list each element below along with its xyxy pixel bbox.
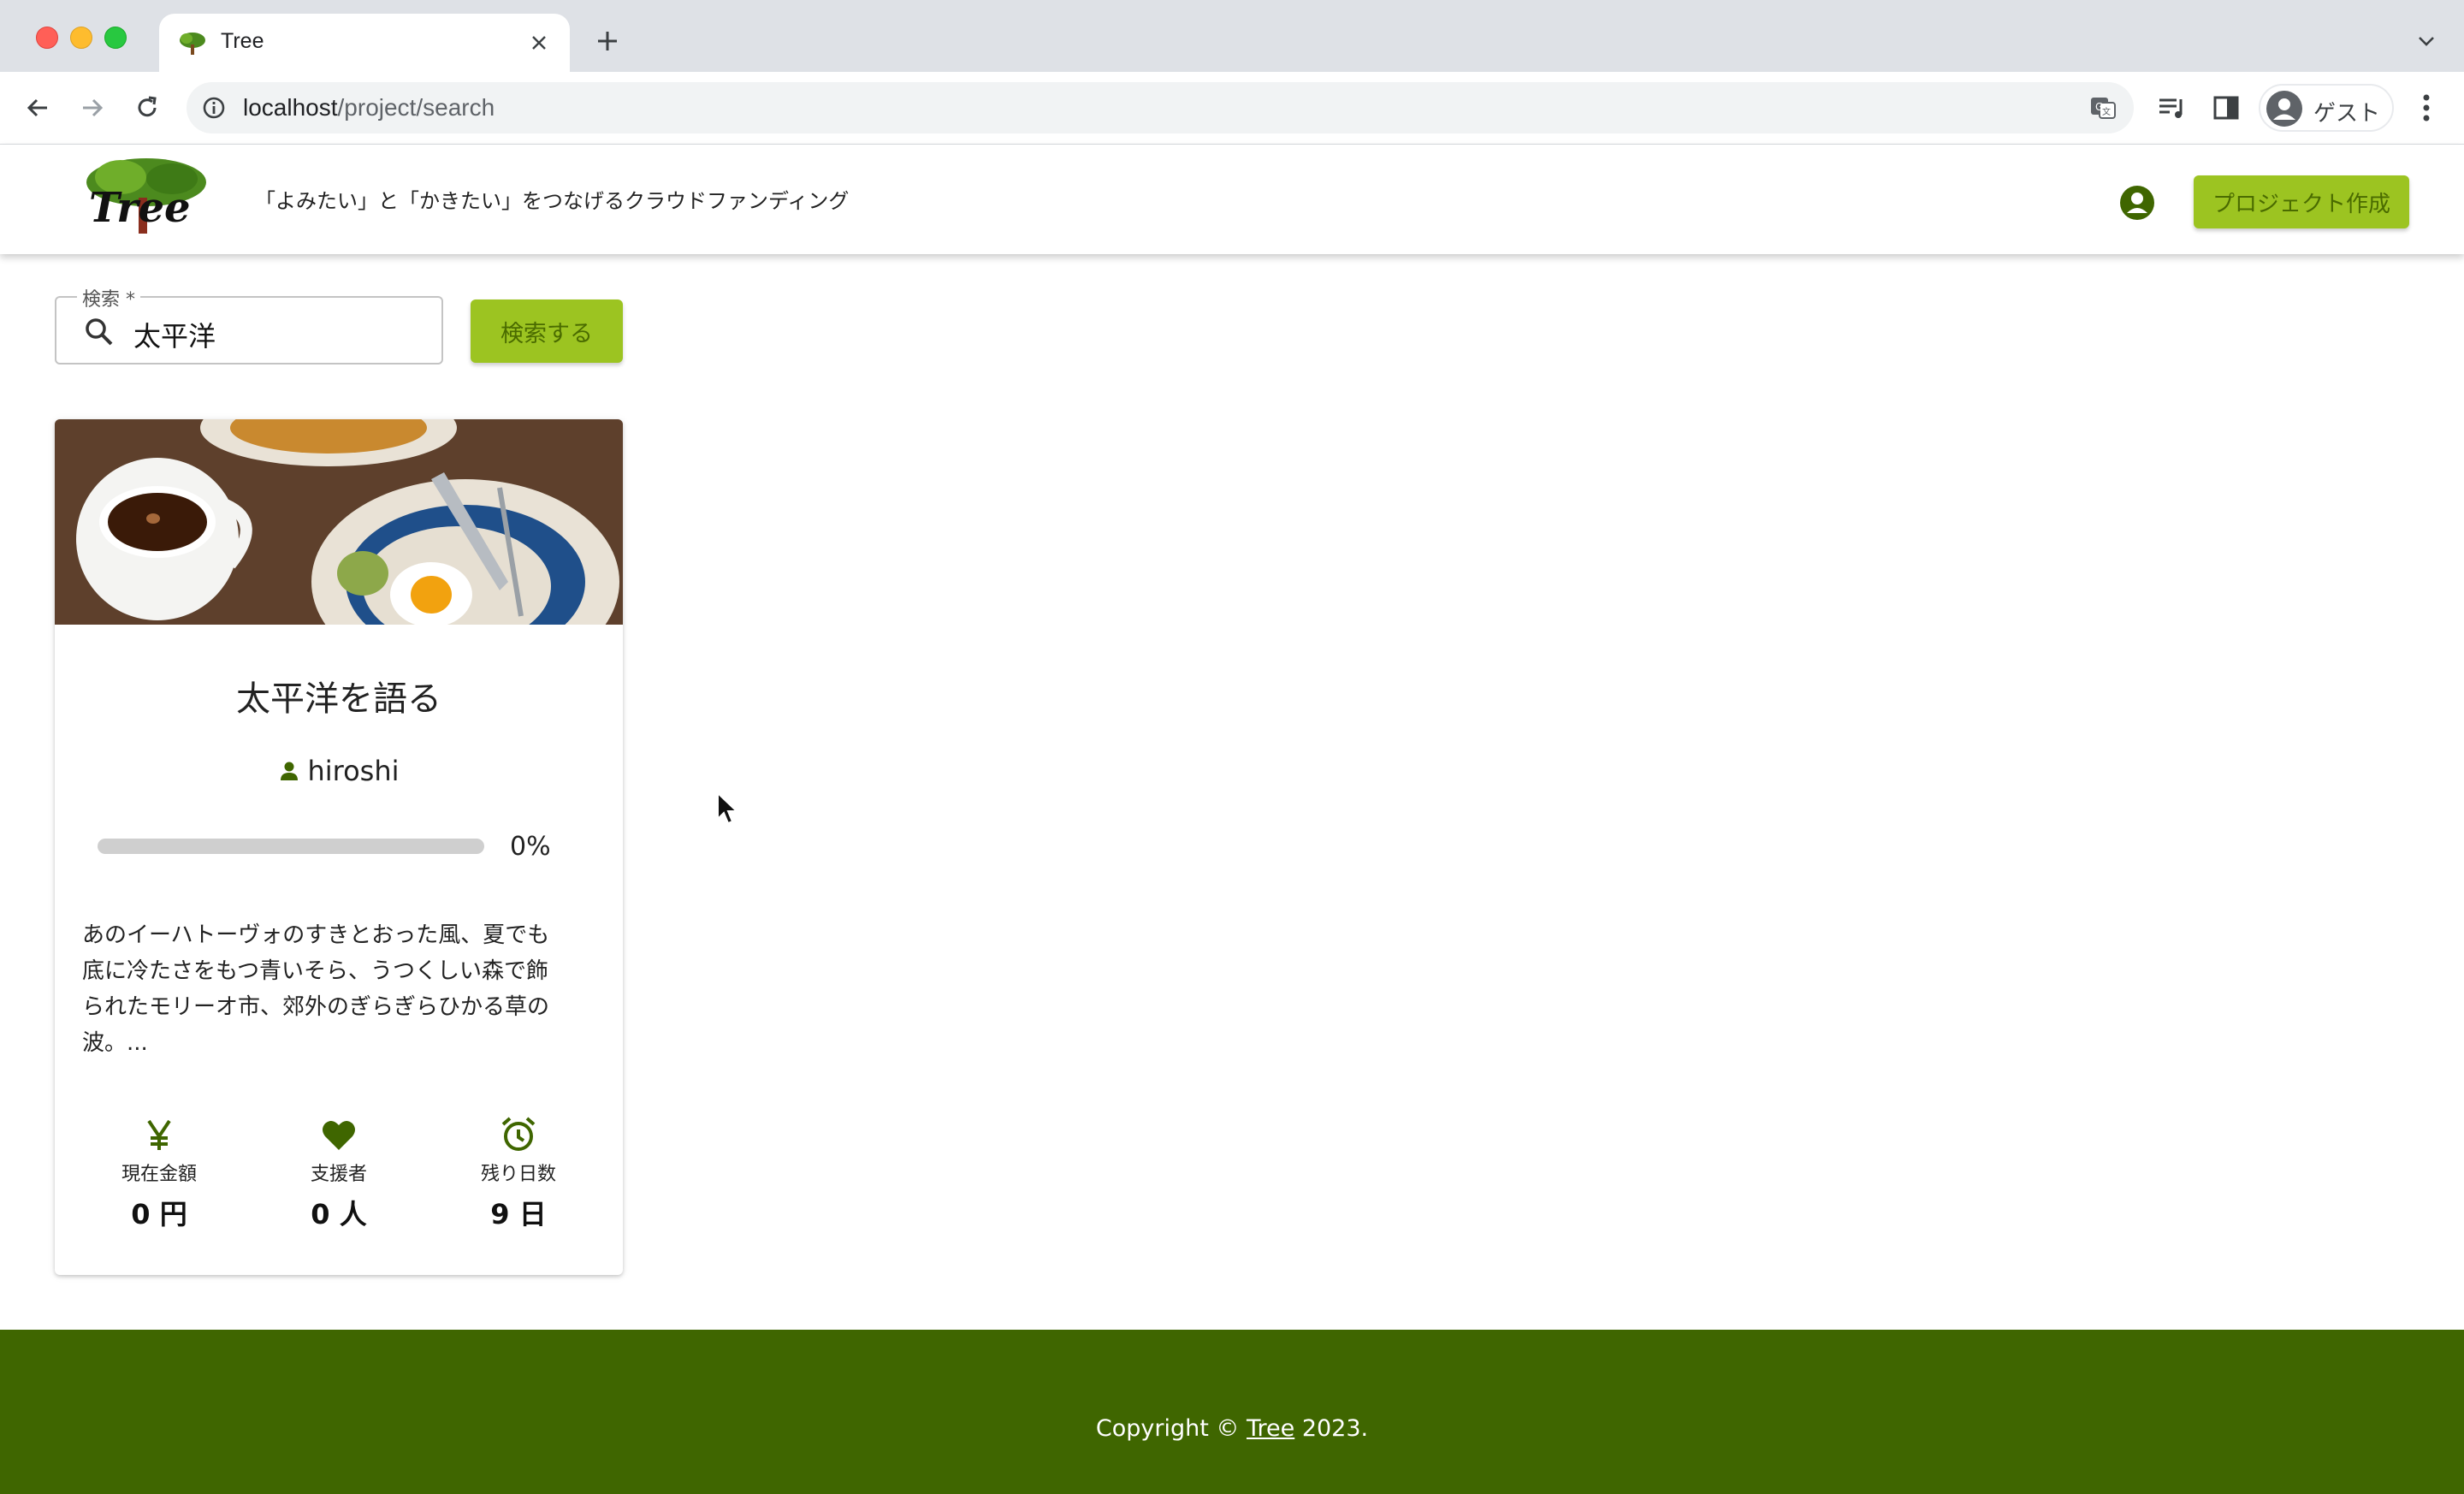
stat-value: 0 円 — [131, 1198, 187, 1230]
search-value[interactable]: 太平洋 — [133, 315, 216, 354]
project-title[interactable]: 太平洋を語る — [55, 671, 623, 720]
create-project-button[interactable]: プロジェクト作成 — [2194, 175, 2409, 228]
alarm-clock-icon — [501, 1117, 536, 1151]
close-icon — [532, 36, 546, 50]
window-zoom-button[interactable] — [104, 27, 127, 49]
tab-search-button[interactable] — [2411, 26, 2442, 56]
tree-favicon-icon — [180, 33, 205, 55]
project-description: あのイーハトーヴォのすきとおった風、夏でも 底に冷たさをもつ青いそら、うつくしい… — [82, 922, 550, 1056]
tab-close-button[interactable] — [524, 27, 554, 58]
more-vertical-icon — [2423, 94, 2430, 122]
info-icon[interactable] — [200, 94, 228, 122]
person-icon — [281, 762, 299, 780]
back-button[interactable] — [19, 89, 56, 127]
reload-button[interactable] — [128, 89, 166, 127]
url-text[interactable]: localhost/project/search — [243, 94, 495, 122]
side-panel-icon — [2213, 96, 2239, 120]
address-bar[interactable]: localhost/project/search G 文 — [187, 82, 2134, 133]
avatar-icon — [2266, 91, 2302, 127]
profile-button[interactable]: ゲスト — [2259, 84, 2394, 132]
stat-value: 9 日 — [490, 1198, 547, 1230]
search-field-label: 検索 * — [77, 284, 140, 311]
account-circle-icon — [2120, 186, 2154, 220]
side-panel-button[interactable] — [2209, 91, 2243, 125]
stat-days-left: 残り日数 9 日 — [433, 1114, 604, 1232]
chevron-down-icon — [2419, 37, 2434, 46]
svg-text:文: 文 — [2102, 106, 2111, 117]
window-minimize-button[interactable] — [70, 27, 92, 49]
tab-title: Tree — [221, 29, 264, 53]
translate-icon[interactable]: G 文 — [2088, 92, 2118, 123]
media-queue-icon — [2159, 98, 2183, 118]
funding-progress-label: 0% — [510, 832, 551, 862]
author-name: hiroshi — [307, 755, 400, 787]
arrow-right-icon — [83, 98, 104, 117]
footer-home-link[interactable]: Tree — [1247, 1415, 1294, 1442]
new-tab-button[interactable] — [590, 24, 625, 58]
stat-label: 支援者 — [310, 1164, 367, 1185]
project-card[interactable]: 太平洋を語る hiroshi 0% あのイーハトーヴォのすきとおった風、夏でも … — [55, 419, 623, 1275]
page-footer: Copyright © Tree 2023. — [0, 1330, 2464, 1494]
reload-icon — [138, 96, 157, 117]
mouse-cursor-icon — [717, 791, 739, 825]
browser-toolbar: localhost/project/search G 文 ゲスト — [0, 72, 2464, 145]
yen-icon — [147, 1119, 171, 1150]
logo-text: Tree — [89, 184, 191, 232]
stat-label: 現在金額 — [121, 1164, 197, 1185]
browser-menu-button[interactable] — [2411, 89, 2442, 127]
search-input[interactable]: 検索 * 太平洋 — [55, 284, 443, 365]
reading-list-button[interactable] — [2154, 91, 2189, 125]
browser-tabstrip: Tree — [0, 0, 2464, 72]
stat-label: 残り日数 — [480, 1164, 556, 1185]
copyright-text: Copyright © Tree 2023. — [1095, 1415, 1369, 1442]
tree-logo[interactable]: Tree — [82, 155, 210, 240]
profile-label: ゲスト — [2313, 101, 2381, 127]
search-button[interactable]: 検索する — [471, 299, 623, 363]
funding-progress-bar — [98, 839, 484, 854]
search-icon — [86, 318, 113, 346]
heart-icon — [323, 1120, 355, 1150]
project-cover-image — [55, 419, 623, 625]
app-header: Tree 「よみたい」と「かきたい」をつなげるクラウドファンディング プロジェク… — [0, 145, 2464, 254]
window-close-button[interactable] — [36, 27, 58, 49]
forward-button[interactable] — [74, 89, 111, 127]
stat-current-amount: 現在金額 0 円 — [74, 1114, 245, 1232]
arrow-left-icon — [27, 98, 47, 117]
account-button[interactable] — [2117, 182, 2158, 223]
site-tagline: 「よみたい」と「かきたい」をつなげるクラウドファンディング — [255, 189, 850, 213]
plus-icon — [598, 32, 617, 50]
stat-value: 0 人 — [311, 1198, 367, 1230]
project-author: hiroshi — [55, 755, 623, 787]
stat-supporters: 支援者 0 人 — [253, 1114, 424, 1232]
browser-tab[interactable]: Tree — [159, 14, 570, 72]
